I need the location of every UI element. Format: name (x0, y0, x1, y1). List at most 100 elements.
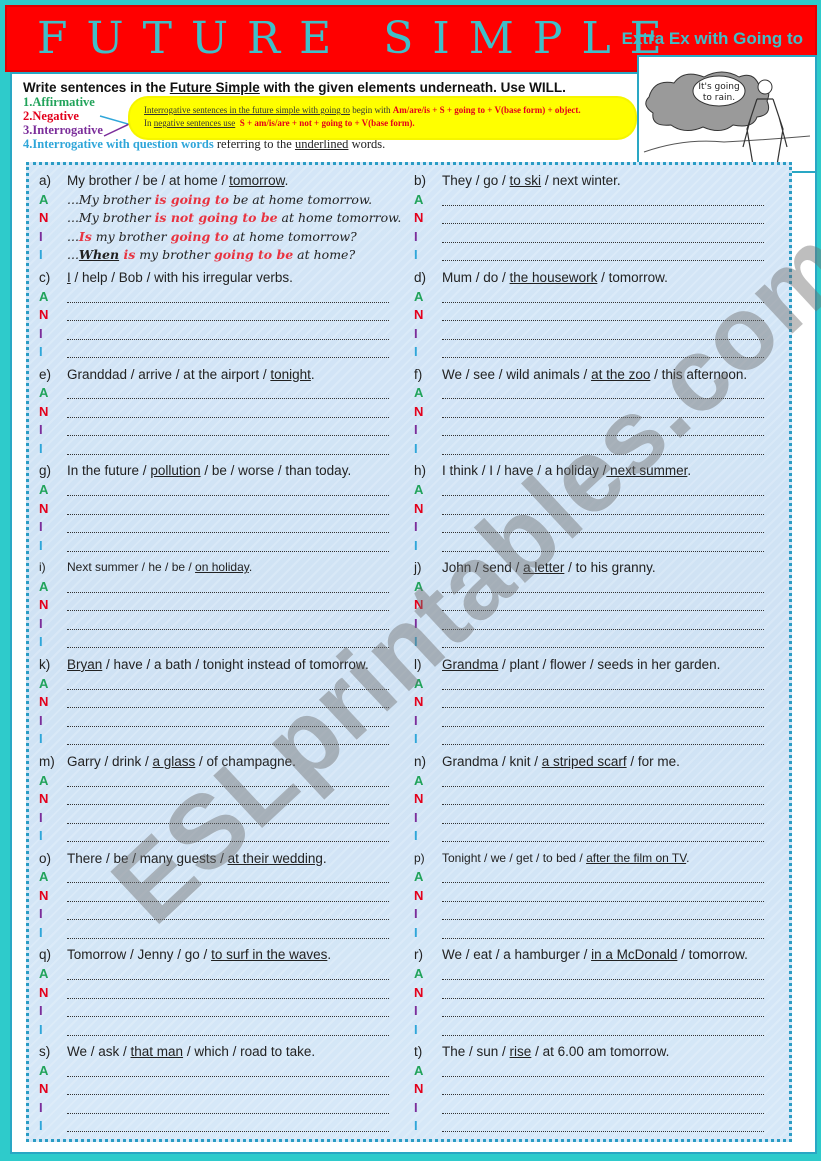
sentence-type-label: N (39, 984, 49, 1000)
answer-line-affirmative[interactable] (442, 580, 764, 593)
example-answer-question-word: ...When is my brother going to be at hom… (67, 247, 356, 263)
answer-line-negative[interactable] (67, 889, 389, 902)
answer-line-negative[interactable] (67, 1082, 389, 1096)
answer-line-question-word[interactable] (442, 539, 764, 552)
answer-line-negative[interactable] (442, 502, 764, 515)
answer-line-interrogative[interactable] (67, 907, 389, 921)
answer-line-question-word[interactable] (67, 829, 389, 843)
answer-line-interrogative[interactable] (442, 811, 764, 824)
answer-line-question-word[interactable] (442, 926, 764, 939)
answer-line-question-word[interactable] (67, 1023, 389, 1036)
answer-line-affirmative[interactable] (67, 774, 389, 787)
answer-line-question-word[interactable] (442, 345, 764, 359)
answer-line-interrogative[interactable] (442, 520, 764, 534)
answer-line-interrogative[interactable] (442, 1101, 764, 1114)
answer-line-interrogative[interactable] (442, 230, 764, 243)
answer-line-affirmative[interactable] (442, 1064, 764, 1077)
exercise-letter: s) (39, 1044, 51, 1060)
answer-line-affirmative[interactable] (442, 290, 764, 303)
answer-row: A (414, 287, 789, 306)
answer-line-negative[interactable] (67, 986, 389, 999)
answer-line-affirmative[interactable] (67, 967, 389, 981)
answer-line-interrogative[interactable] (442, 617, 764, 630)
answer-line-question-word[interactable] (442, 1119, 764, 1133)
answer-line-negative[interactable] (442, 1082, 764, 1096)
answer-line-affirmative[interactable] (442, 386, 764, 400)
answer-line-affirmative[interactable] (442, 483, 764, 497)
answer-line-interrogative[interactable] (67, 1004, 389, 1018)
answer-line-affirmative[interactable] (67, 290, 389, 303)
answer-line-affirmative[interactable] (442, 870, 764, 884)
answer-line-interrogative[interactable] (67, 617, 389, 630)
answer-line-negative[interactable] (67, 695, 389, 709)
exercise-letter: g) (39, 463, 52, 479)
answer-line-interrogative[interactable] (67, 811, 389, 824)
answer-line-affirmative[interactable] (67, 483, 389, 497)
answer-line-negative[interactable] (67, 598, 389, 612)
answer-line-interrogative[interactable] (442, 1004, 764, 1018)
answer-line-affirmative[interactable] (442, 677, 764, 690)
answer-line-affirmative[interactable] (442, 967, 764, 981)
answer-line-negative[interactable] (67, 792, 389, 806)
answer-line-question-word[interactable] (442, 1023, 764, 1036)
answer-line-negative[interactable] (67, 502, 389, 515)
answer-line-negative[interactable] (442, 598, 764, 612)
answer-line-question-word[interactable] (442, 829, 764, 843)
answer-line-interrogative[interactable] (442, 423, 764, 437)
answer-line-question-word[interactable] (442, 732, 764, 746)
answer-line-negative[interactable] (67, 308, 389, 322)
answer-line-affirmative[interactable] (67, 1064, 389, 1077)
answer-line-negative[interactable] (442, 211, 764, 225)
answer-line-question-word[interactable] (67, 926, 389, 939)
answer-line-negative[interactable] (442, 405, 764, 418)
answer-line-affirmative[interactable] (442, 774, 764, 787)
example-answer-affirmative: ...My brother is going to be at home tom… (67, 191, 373, 207)
answer-line-negative[interactable] (442, 986, 764, 999)
answer-line-interrogative[interactable] (67, 1101, 389, 1114)
answer-line-affirmative[interactable] (67, 870, 389, 884)
sentence-type-label: I (414, 731, 418, 747)
answer-row: I (39, 729, 414, 748)
answer-line-question-word[interactable] (67, 732, 389, 746)
answer-line-affirmative[interactable] (67, 677, 389, 690)
answer-line-question-word[interactable] (67, 345, 389, 359)
answer-line-question-word[interactable] (442, 442, 764, 455)
exercise-item-example: a) My brother / be / at home / tomorrow.… (39, 171, 414, 268)
answer-line-interrogative[interactable] (442, 327, 764, 340)
answer-line-negative[interactable] (67, 405, 389, 418)
sentence-type-label: N (39, 597, 49, 613)
answer-line-question-word[interactable] (442, 635, 764, 649)
exercise-letter: m) (39, 753, 55, 769)
answer-row: A (414, 964, 789, 983)
speech-bubble-line2: to rain. (703, 93, 735, 103)
answer-line-interrogative[interactable] (67, 520, 389, 534)
answer-line-affirmative[interactable] (67, 386, 389, 400)
answer-line-question-word[interactable] (67, 635, 389, 649)
answer-line-question-word[interactable] (67, 539, 389, 552)
answer-row: N (39, 789, 414, 808)
sentence-type-label: I (414, 519, 418, 535)
underlined-words: after the film on TV (586, 850, 687, 865)
answer-line-negative[interactable] (442, 695, 764, 709)
answer-line-negative[interactable] (442, 308, 764, 322)
answer-row: I (39, 826, 414, 845)
answer-row-interrogative: I ...Is my brother going to at home tomo… (39, 228, 357, 244)
answer-line-question-word[interactable] (442, 248, 764, 262)
sentence-type-label: I (39, 422, 43, 438)
answer-line-interrogative[interactable] (67, 423, 389, 437)
answer-line-affirmative[interactable] (442, 193, 764, 206)
answer-line-negative[interactable] (442, 889, 764, 902)
answer-line-interrogative[interactable] (67, 327, 389, 340)
answer-line-affirmative[interactable] (67, 580, 389, 593)
answer-line-negative[interactable] (442, 792, 764, 806)
answer-row: A (39, 577, 414, 596)
answer-line-interrogative[interactable] (442, 714, 764, 727)
answer-line-question-word[interactable] (67, 442, 389, 455)
answer-line-question-word[interactable] (67, 1119, 389, 1133)
answer-line-interrogative[interactable] (442, 907, 764, 921)
exercise-prompt-text: Tomorrow / Jenny / go / to surf in the w… (67, 947, 332, 963)
exercise-prompt-text: We / ask / that man / which / road to ta… (67, 1044, 316, 1060)
answer-row: I (414, 342, 789, 361)
answer-row: I (414, 439, 789, 458)
answer-line-interrogative[interactable] (67, 714, 389, 727)
